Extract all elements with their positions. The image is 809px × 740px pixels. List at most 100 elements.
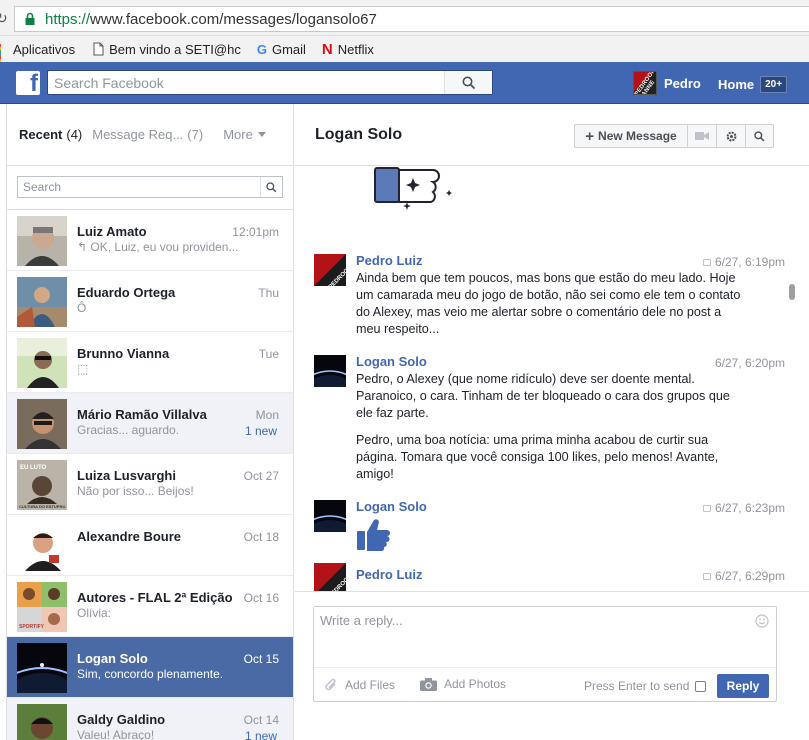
- message-time: 6/27, 6:23pm: [702, 501, 785, 515]
- search-button[interactable]: [444, 71, 492, 94]
- conversation-time: Oct 14: [243, 713, 279, 727]
- search-icon: [754, 130, 765, 141]
- notification-badge: 20+: [760, 76, 788, 93]
- message-text: Ainda bem que tem poucos, mas bons que e…: [356, 271, 741, 336]
- add-photos-button[interactable]: Add Photos: [420, 677, 506, 691]
- video-call-button[interactable]: [688, 125, 717, 147]
- search-icon[interactable]: [260, 177, 282, 197]
- thumbs-up-sticker-icon: [374, 167, 452, 210]
- conversation-preview: Ô: [77, 301, 87, 315]
- bookmark-apps[interactable]: Aplicativos: [0, 41, 76, 71]
- conversation-name: Galdy Galdino: [77, 712, 166, 727]
- avatar: PEDROOM LANNE: [314, 254, 346, 286]
- conversation-time: Tue: [258, 347, 279, 361]
- like-thumb-icon: [357, 519, 390, 551]
- tab-message-requests[interactable]: Message Req... (7): [92, 127, 203, 142]
- conversation-time: Oct 18: [243, 530, 279, 544]
- settings-button[interactable]: [717, 125, 746, 147]
- new-message-button[interactable]: + New Message: [575, 125, 688, 147]
- conversation-name: Luiza Lusvarghi: [77, 468, 176, 483]
- facebook-search: [47, 70, 493, 95]
- bookmark-label: Netflix: [337, 41, 374, 57]
- avatar: PEDROOM LANNE: [314, 563, 346, 591]
- google-icon: G: [256, 41, 267, 57]
- avatar: EU LUTO CULTURA DO ESTUPRO: [17, 460, 67, 510]
- thread-search-button[interactable]: [746, 125, 773, 147]
- message-time: 6/27, 6:29pm: [702, 569, 785, 583]
- conversation-item[interactable]: Alexandre Boure Oct 18: [7, 515, 293, 576]
- reply-input[interactable]: [314, 607, 744, 665]
- message-sender[interactable]: Logan Solo: [356, 354, 427, 369]
- svg-text:SPORTIFY: SPORTIFY: [19, 624, 45, 630]
- new-message-label: New Message: [598, 129, 677, 143]
- camera-icon: [420, 677, 437, 691]
- home-link[interactable]: Home 20+: [718, 76, 788, 93]
- conversation-name: Eduardo Ortega: [77, 285, 176, 300]
- reply-button[interactable]: Reply: [717, 674, 769, 698]
- bookmark-label: Gmail: [271, 41, 306, 57]
- press-enter-label: Press Enter to send: [584, 679, 690, 693]
- conversation-preview: Gracias... aguardo.: [77, 423, 180, 437]
- message-thread[interactable]: PEDROOM LANNE Pedro Luiz 6/27, 6:19pm Ai…: [295, 166, 809, 592]
- message-sender[interactable]: Pedro Luiz: [356, 253, 422, 268]
- facebook-search-input[interactable]: [48, 71, 448, 94]
- tab-recent[interactable]: Recent (4): [19, 127, 82, 142]
- conversation-search-input[interactable]: [18, 177, 258, 197]
- emoji-icon[interactable]: [755, 614, 769, 628]
- add-files-button[interactable]: Add Files: [324, 677, 395, 693]
- avatar: [17, 277, 67, 327]
- bookmark-label: Aplicativos: [13, 41, 76, 57]
- conversation-time: Thu: [258, 286, 279, 300]
- message-text: Pedro, uma boa notícia: uma prima minha …: [356, 433, 719, 481]
- add-photos-label: Add Photos: [444, 677, 507, 691]
- conversation-name: Mário Ramão Villalva: [77, 407, 207, 422]
- avatar: [17, 216, 67, 266]
- message-sender[interactable]: Logan Solo: [356, 499, 427, 514]
- bookmark-netflix[interactable]: N Netflix: [322, 41, 374, 58]
- paperclip-icon: [325, 678, 336, 691]
- netflix-icon: N: [321, 40, 333, 58]
- avatar: [314, 500, 346, 532]
- conversation-list-panel: Recent(4) Message Req...(7) More Luiz Am…: [6, 104, 294, 740]
- conversation-time: 12:01pm: [232, 225, 279, 239]
- thread-title[interactable]: Logan Solo: [315, 126, 402, 144]
- conversation-name: Logan Solo: [77, 651, 148, 666]
- bookmark-label: Bem vindo a SETI@hc: [109, 41, 241, 57]
- avatar: PEDROOM LANNE: [633, 71, 657, 95]
- press-enter-toggle: Press Enter to send: [584, 679, 707, 693]
- profile-link[interactable]: PEDROOM LANNE Pedro: [633, 71, 701, 95]
- conversation-preview: Valeu! Abraço!: [77, 728, 155, 740]
- conversation-item[interactable]: Luiz Amato 12:01pm ↰ OK, Luiz, eu vou pr…: [7, 210, 293, 271]
- gear-icon: [726, 131, 736, 141]
- conversation-item[interactable]: SPORTIFY Autores - FLAL 2ª Edição Oct 16…: [7, 576, 293, 637]
- conversation-item[interactable]: Galdy Galdino Oct 14 Valeu! Abraço! 1 ne…: [7, 698, 293, 740]
- press-enter-checkbox[interactable]: [695, 680, 707, 692]
- address-field[interactable]: https://www.facebook.com/messages/logans…: [14, 6, 809, 32]
- conversation-time: Oct 16: [243, 591, 279, 605]
- apps-grid-icon: [0, 44, 8, 71]
- avatar: [17, 704, 67, 740]
- facebook-logo-icon[interactable]: f: [16, 71, 40, 95]
- conversation-item[interactable]: EU LUTO CULTURA DO ESTUPRO Luiza Lusvargh…: [7, 454, 293, 515]
- reload-icon[interactable]: ↻: [0, 10, 8, 27]
- message-text: Pedro, o Alexey (que nome ridículo) deve…: [356, 372, 730, 420]
- svg-text:CULTURA DO ESTUPRO: CULTURA DO ESTUPRO: [19, 504, 65, 509]
- conversation-item-active[interactable]: Logan Solo Oct 15 Sim, concordo plenamen…: [7, 637, 293, 698]
- facebook-top-bar: f PEDROOM LANNE Pedro Home 20+: [0, 62, 809, 104]
- conversation-item[interactable]: Mário Ramão Villalva Mon Gracias... agua…: [7, 393, 293, 454]
- bookmark-gmail[interactable]: G Gmail: [257, 42, 306, 57]
- message-sender[interactable]: Pedro Luiz: [356, 567, 422, 582]
- thread-header: Logan Solo + New Message: [295, 104, 809, 166]
- scrollbar[interactable]: [789, 284, 795, 300]
- tab-more[interactable]: More: [223, 127, 266, 142]
- caret-down-icon: [257, 132, 266, 137]
- avatar: [17, 521, 67, 571]
- conversation-preview: Sim, concordo plenamente.: [77, 667, 224, 681]
- conversation-item[interactable]: Eduardo Ortega Thu Ô: [7, 271, 293, 332]
- conversation-item[interactable]: Brunno Vianna Tue ⬚: [7, 332, 293, 393]
- avatar: [17, 399, 67, 449]
- url-path: www.facebook.com/messages/logansolo67: [90, 10, 377, 28]
- thread-toolbar: + New Message: [574, 124, 774, 148]
- bookmark-seti[interactable]: Bem vindo a SETI@hc: [93, 42, 241, 57]
- inbox-tabs: Recent (4) Message Req... (7) More: [7, 104, 293, 166]
